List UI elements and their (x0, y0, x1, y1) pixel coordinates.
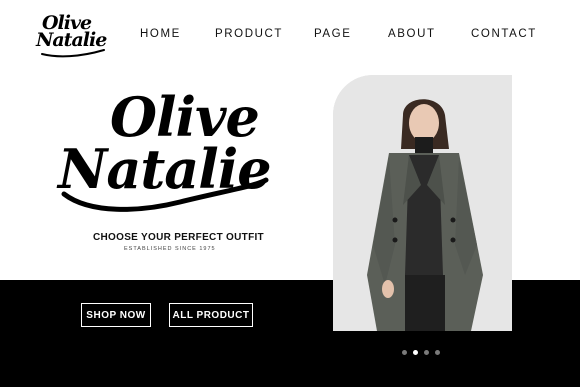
nav-item-contact[interactable]: CONTACT (471, 28, 537, 40)
carousel-dot-3[interactable] (424, 350, 429, 355)
nav-item-about[interactable]: ABOUT (388, 28, 436, 40)
carousel-dot-4[interactable] (435, 350, 440, 355)
hero-established-text: ESTABLISHED SINCE 1975 (124, 246, 216, 252)
hero-model-photo (333, 75, 512, 331)
logo-swash-decoration (41, 49, 105, 58)
shop-now-button[interactable]: SHOP NOW (81, 303, 151, 327)
model-illustration (333, 75, 512, 331)
carousel-indicators (402, 350, 446, 356)
main-nav: HOME PRODUCT PAGE ABOUT CONTACT (0, 28, 580, 44)
nav-item-page[interactable]: PAGE (314, 28, 352, 40)
hero-swash-decoration (61, 177, 269, 212)
carousel-dot-1[interactable] (402, 350, 407, 355)
nav-item-home[interactable]: HOME (140, 28, 181, 40)
hero-title-line-1: Olive (110, 85, 260, 149)
hero-tagline: CHOOSE YOUR PERFECT OUTFIT (93, 232, 264, 243)
nav-item-product[interactable]: PRODUCT (215, 28, 283, 40)
all-product-button[interactable]: ALL PRODUCT (169, 303, 253, 327)
carousel-dot-2[interactable] (413, 350, 418, 355)
